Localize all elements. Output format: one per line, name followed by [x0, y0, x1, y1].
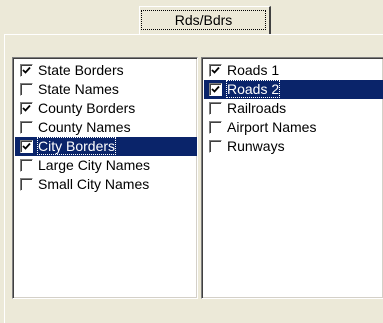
checkmark-icon — [22, 104, 31, 112]
item-label: Runways — [227, 138, 285, 154]
item-label: State Borders — [38, 62, 124, 78]
item-label: County Names — [38, 119, 131, 135]
list-item[interactable]: County Names — [15, 118, 197, 137]
checkbox[interactable] — [20, 159, 33, 172]
checkmark-icon — [211, 66, 220, 74]
item-label: Railroads — [227, 100, 287, 116]
checkbox[interactable] — [20, 121, 33, 134]
tab-label: Rds/Bdrs — [141, 10, 266, 30]
list-item[interactable]: County Borders — [15, 99, 197, 118]
list-item[interactable]: Small City Names — [15, 175, 197, 194]
item-label: Small City Names — [38, 176, 150, 192]
tab-rds-bdrs[interactable]: Rds/Bdrs — [139, 6, 271, 34]
item-label: Roads 2 — [225, 80, 281, 98]
list-item[interactable]: City Borders — [15, 137, 197, 156]
checkbox[interactable] — [20, 102, 33, 115]
list-item[interactable]: Large City Names — [15, 156, 197, 175]
checkbox[interactable] — [20, 83, 33, 96]
checkbox[interactable] — [20, 140, 33, 153]
list-item[interactable]: State Borders — [15, 61, 197, 80]
borders-listbox[interactable]: State Borders State Names County Borders… — [12, 57, 198, 299]
item-label: County Borders — [38, 100, 136, 116]
checkmark-icon — [22, 142, 31, 150]
item-label: City Borders — [36, 137, 117, 155]
checkbox[interactable] — [209, 83, 222, 96]
list-item[interactable]: Roads 2 — [204, 80, 383, 99]
checkbox[interactable] — [20, 178, 33, 191]
checkbox[interactable] — [209, 121, 222, 134]
item-label: Roads 1 — [227, 62, 280, 78]
list-item[interactable]: State Names — [15, 80, 197, 99]
item-label: Large City Names — [38, 157, 151, 173]
list-item[interactable]: Railroads — [204, 99, 383, 118]
checkbox[interactable] — [20, 64, 33, 77]
checkbox[interactable] — [209, 140, 222, 153]
list-item[interactable]: Roads 1 — [204, 61, 383, 80]
checkbox[interactable] — [209, 102, 222, 115]
checkmark-icon — [22, 66, 31, 74]
list-item[interactable]: Airport Names — [204, 118, 383, 137]
roads-listbox[interactable]: Roads 1 Roads 2 Railroads Airport Names … — [201, 57, 383, 299]
checkbox[interactable] — [209, 64, 222, 77]
checkmark-icon — [211, 85, 220, 93]
list-item[interactable]: Runways — [204, 137, 383, 156]
item-label: State Names — [38, 81, 119, 97]
item-label: Airport Names — [227, 119, 317, 135]
